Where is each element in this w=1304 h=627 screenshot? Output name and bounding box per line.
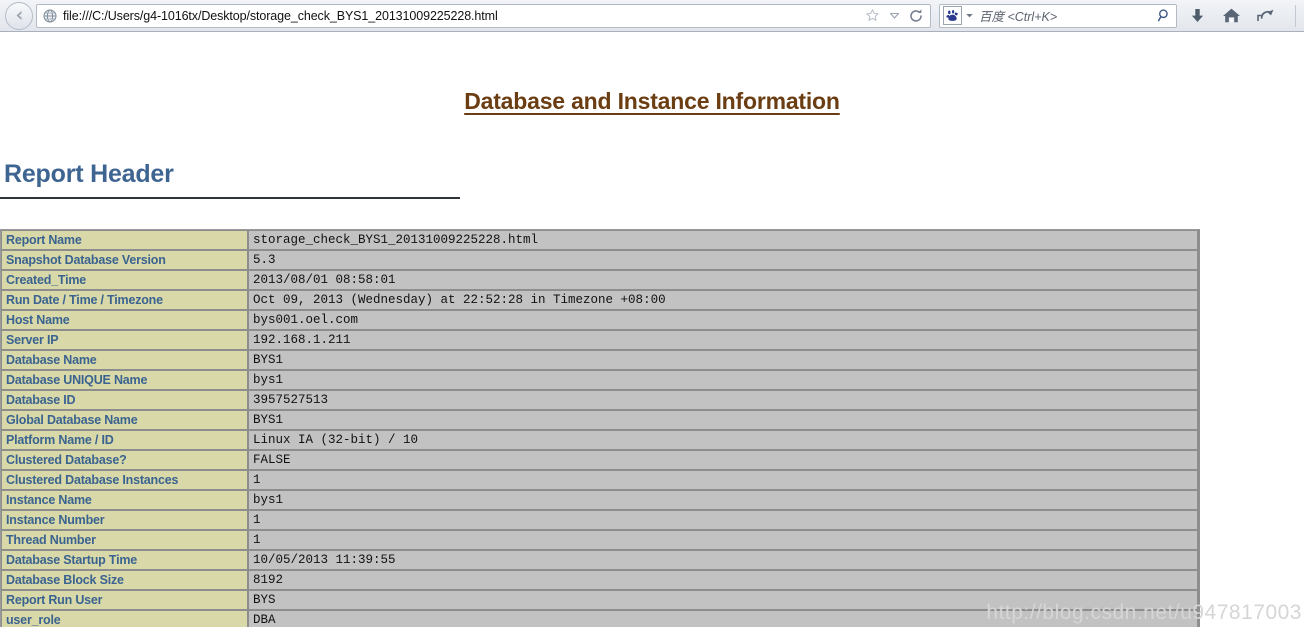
table-row: Clustered Database Instances 1 — [1, 470, 1198, 490]
table-row: Instance Name bys1 — [1, 490, 1198, 510]
chevron-down-icon[interactable] — [885, 6, 903, 26]
row-value: 192.168.1.211 — [248, 330, 1198, 350]
table-row: Database Block Size 8192 — [1, 570, 1198, 590]
magnifier-icon[interactable] — [1155, 6, 1173, 26]
row-value: DBA — [248, 610, 1198, 627]
table-row: Database Startup Time 10/05/2013 11:39:55 — [1, 550, 1198, 570]
reload-icon[interactable] — [907, 6, 925, 26]
row-value: 8192 — [248, 570, 1198, 590]
row-value: storage_check_BYS1_20131009225228.html — [248, 230, 1198, 250]
back-button[interactable] — [5, 1, 33, 30]
row-label: Instance Number — [1, 510, 248, 530]
row-value: BYS1 — [248, 350, 1198, 370]
toolbar-buttons — [1187, 4, 1300, 27]
table-row: Host Name bys001.oel.com — [1, 310, 1198, 330]
row-label: user_role — [1, 610, 248, 627]
row-label: Server IP — [1, 330, 248, 350]
table-row: user_role DBA — [1, 610, 1198, 627]
row-label: Snapshot Database Version — [1, 250, 248, 270]
search-bar[interactable]: 百度 <Ctrl+K> — [939, 3, 1177, 28]
row-label: Database Name — [1, 350, 248, 370]
row-label: Database UNIQUE Name — [1, 370, 248, 390]
report-header-table: Report Name storage_check_BYS1_2013100922… — [0, 229, 1200, 627]
row-label: Clustered Database Instances — [1, 470, 248, 490]
table-row: Run Date / Time / Timezone Oct 09, 2013 (… — [1, 290, 1198, 310]
browser-toolbar: file:///C:/Users/g4-1016tx/Desktop/stora… — [0, 0, 1304, 32]
page-title: Database and Instance Information — [464, 88, 840, 114]
back-arrow-icon — [12, 8, 27, 23]
section-heading: Report Header — [4, 160, 174, 188]
row-label: Thread Number — [1, 530, 248, 550]
table-row: Database Name BYS1 — [1, 350, 1198, 370]
star-icon[interactable] — [863, 6, 881, 26]
row-label: Database ID — [1, 390, 248, 410]
table-row: Server IP 192.168.1.211 — [1, 330, 1198, 350]
row-value: BYS — [248, 590, 1198, 610]
row-value: BYS1 — [248, 410, 1198, 430]
baidu-paw-icon[interactable] — [943, 6, 962, 25]
table-row: Clustered Database? FALSE — [1, 450, 1198, 470]
table-row: Report Run User BYS — [1, 590, 1198, 610]
row-value: 5.3 — [248, 250, 1198, 270]
table-body: Report Name storage_check_BYS1_2013100922… — [1, 230, 1198, 627]
table-row: Instance Number 1 — [1, 510, 1198, 530]
row-label: Run Date / Time / Timezone — [1, 290, 248, 310]
url-text: file:///C:/Users/g4-1016tx/Desktop/stora… — [63, 8, 498, 23]
table-row: Global Database Name BYS1 — [1, 410, 1198, 430]
row-value: 3957527513 — [248, 390, 1198, 410]
row-value: FALSE — [248, 450, 1198, 470]
row-value: Linux IA (32-bit) / 10 — [248, 430, 1198, 450]
search-input[interactable]: 百度 <Ctrl+K> — [979, 6, 1155, 25]
row-label: Database Startup Time — [1, 550, 248, 570]
home-icon[interactable] — [1221, 5, 1241, 27]
restore-session-icon[interactable] — [1255, 5, 1275, 27]
row-value: bys1 — [248, 370, 1198, 390]
table-row: Database UNIQUE Name bys1 — [1, 370, 1198, 390]
row-label: Instance Name — [1, 490, 248, 510]
address-bar[interactable]: file:///C:/Users/g4-1016tx/Desktop/stora… — [36, 3, 931, 28]
table-row: Created_Time 2013/08/01 08:58:01 — [1, 270, 1198, 290]
row-value: 1 — [248, 510, 1198, 530]
row-label: Host Name — [1, 310, 248, 330]
row-value: Oct 09, 2013 (Wednesday) at 22:52:28 in … — [248, 290, 1198, 310]
row-value: 10/05/2013 11:39:55 — [248, 550, 1198, 570]
table-row: Platform Name / ID Linux IA (32-bit) / 10 — [1, 430, 1198, 450]
report-page: Database and Instance Information Report… — [0, 32, 1304, 627]
row-value: 1 — [248, 530, 1198, 550]
globe-icon — [42, 8, 58, 24]
search-engine-chevron-icon[interactable] — [964, 6, 975, 26]
row-value: bys1 — [248, 490, 1198, 510]
row-value: bys001.oel.com — [248, 310, 1198, 330]
section-divider — [0, 197, 460, 199]
toolbar-divider — [1295, 4, 1296, 27]
table-row: Thread Number 1 — [1, 530, 1198, 550]
row-label: Report Run User — [1, 590, 248, 610]
table-row: Database ID 3957527513 — [1, 390, 1198, 410]
table-row: Report Name storage_check_BYS1_2013100922… — [1, 230, 1198, 250]
row-label: Database Block Size — [1, 570, 248, 590]
download-arrow-icon[interactable] — [1187, 5, 1207, 27]
table-row: Snapshot Database Version 5.3 — [1, 250, 1198, 270]
row-value: 1 — [248, 470, 1198, 490]
row-label: Clustered Database? — [1, 450, 248, 470]
row-label: Global Database Name — [1, 410, 248, 430]
row-label: Created_Time — [1, 270, 248, 290]
row-label: Platform Name / ID — [1, 430, 248, 450]
address-bar-actions — [863, 6, 927, 26]
row-value: 2013/08/01 08:58:01 — [248, 270, 1198, 290]
row-label: Report Name — [1, 230, 248, 250]
